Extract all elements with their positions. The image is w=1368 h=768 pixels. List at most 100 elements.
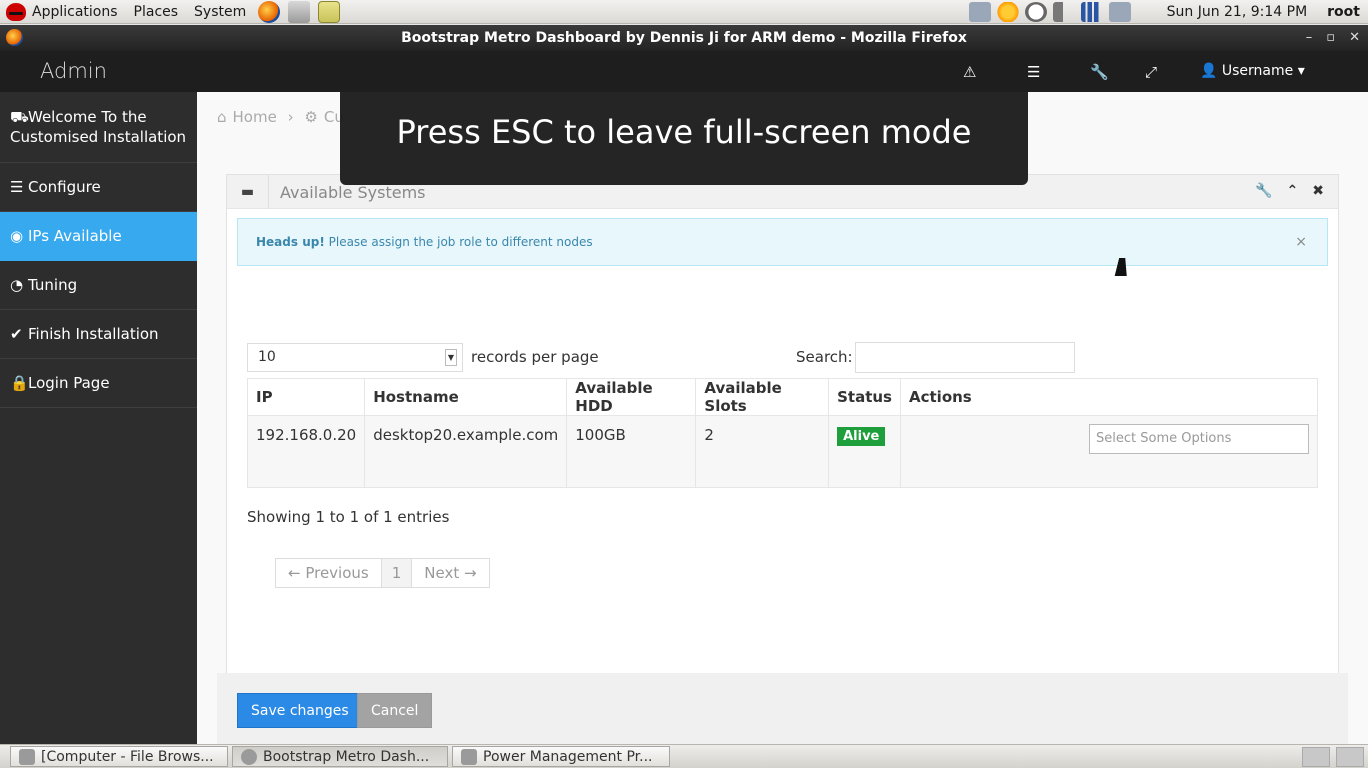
info-alert: Heads up! Please assign the job role to … [237,218,1328,266]
firefox-icon [6,29,23,46]
file-manager-launcher-icon[interactable] [288,0,311,23]
column-header-actions[interactable]: Actions [900,378,1318,416]
clock-text[interactable]: Sun Jun 21, 9:14 PM [1167,4,1308,20]
taskbar-item-label: [Computer - File Brows... [41,748,214,765]
table-row: 192.168.0.20 desktop20.example.com 100GB… [246,415,1318,488]
minimize-button[interactable]: – [1306,25,1313,51]
sidebar-item-welcome[interactable]: ⛟Welcome To the Customised Installation [0,92,197,163]
cell-hostname: desktop20.example.com [364,415,568,488]
user-icon: 👤 [1200,63,1218,79]
check-icon: ✔ [10,325,23,343]
eye-icon: ◉ [10,227,24,245]
column-header-available-hdd[interactable]: Available HDD [566,378,697,416]
sidebar-item-label: Finish Installation [28,325,159,343]
role-multiselect[interactable]: Select Some Options [1089,424,1309,454]
system-menu[interactable]: System [186,0,254,24]
search-label: Search: [796,348,853,366]
panel-settings-wrench-icon[interactable]: 🔧 [1255,183,1272,199]
places-menu[interactable]: Places [126,0,187,24]
page-1-button[interactable]: 1 [381,559,413,587]
cancel-button[interactable]: Cancel [357,693,433,728]
taskbar-item-label: Bootstrap Metro Dash... [263,748,430,765]
taskbar-item-label: Power Management Pr... [483,748,653,765]
column-header-status[interactable]: Status [828,378,901,416]
taskbar-item-firefox[interactable]: Bootstrap Metro Dash... [232,746,448,767]
road-icon: ⛟ [10,108,29,126]
select-caret-icon: ▼ [445,349,457,366]
os-top-panel: Applications Places System Sun Jun 21, 9… [0,0,1368,194]
taskbar-item-file-browser[interactable]: [Computer - File Brows... [10,746,228,767]
os-taskbar: [Computer - File Brows... Bootstrap Metr… [0,744,1368,768]
system-tray: Sun Jun 21, 9:14 PM root [226,1,1368,194]
hdd-icon: ▬ [227,175,269,209]
home-icon: ⌂ [217,108,227,126]
workspace-1-switcher[interactable] [1302,746,1330,767]
user-dropdown[interactable]: 👤 Username ▾ [1200,63,1305,79]
previous-page-button[interactable]: ← Previous [276,559,382,587]
notes-launcher-icon[interactable] [318,0,341,23]
column-header-available-slots[interactable]: Available Slots [695,378,830,416]
workspace-2-switcher[interactable] [1336,746,1364,767]
save-changes-button[interactable]: Save changes [237,693,363,728]
clock-applet-icon[interactable] [1024,1,1047,22]
sidebar-item-label: Welcome To the Customised Installation [10,108,187,146]
cell-slots: 2 [695,415,830,488]
status-badge: Alive [837,427,886,446]
column-header-hostname[interactable]: Hostname [364,378,568,416]
warning-icon[interactable]: ⚠ [963,63,976,81]
close-window-button[interactable]: ✕ [1349,25,1360,51]
lock-icon: 🔒 [10,374,29,392]
sidebar: ⛟Welcome To the Customised Installation … [0,92,197,744]
systems-table: IP Hostname Available HDD Available Slot… [246,378,1318,488]
panel-collapse-chevron-up-icon[interactable]: ⌃ [1287,183,1299,199]
power-management-icon [461,748,477,765]
column-header-ip[interactable]: IP [246,378,366,416]
applications-menu-label: Applications [32,3,118,20]
brand-title[interactable]: Admin [40,59,107,83]
window-titlebar[interactable]: Bootstrap Metro Dashboard by Dennis Ji f… [0,25,1368,51]
panel-title: Available Systems [280,183,426,202]
wrench-icon[interactable]: 🔧 [1090,63,1109,81]
cog-icon: ⚙ [304,108,318,126]
signal-bars-icon[interactable] [1080,1,1103,22]
records-per-page-label: records per page [471,348,599,366]
next-page-button[interactable]: Next → [412,559,488,587]
pagination: ← Previous 1 Next → [275,558,490,588]
caret-down-icon: ▾ [1297,63,1305,79]
sidebar-item-label: Configure [28,178,101,196]
taskbar-item-power-management[interactable]: Power Management Pr... [452,746,670,767]
firefox-launcher-icon[interactable] [258,0,281,23]
user-name[interactable]: root [1327,4,1360,20]
sidebar-item-tuning[interactable]: ◔ Tuning [0,261,197,310]
window-title: Bootstrap Metro Dashboard by Dennis Ji f… [401,30,967,46]
cell-actions: Select Some Options [900,415,1318,488]
sidebar-item-configure[interactable]: ☰ Configure [0,163,197,212]
table-header-row: IP Hostname Available HDD Available Slot… [246,378,1318,416]
sidebar-item-finish-installation[interactable]: ✔ Finish Installation [0,310,197,359]
applications-menu[interactable]: Applications [0,0,126,24]
sidebar-item-label: IPs Available [28,227,122,245]
search-input[interactable] [855,342,1075,373]
breadcrumb-home[interactable]: Home [233,108,277,126]
sidebar-item-ips-available[interactable]: ◉ IPs Available [0,212,197,261]
alert-close-icon[interactable]: × [1295,219,1307,265]
list-icon[interactable]: ☰ [1027,63,1040,81]
power-icon[interactable] [1108,1,1131,22]
panel-close-icon[interactable]: ✖ [1312,183,1324,199]
firefox-icon [241,748,257,765]
user-dropdown-label: Username [1221,63,1294,79]
alert-strong: Heads up! [256,235,325,249]
file-browser-icon [19,748,35,765]
sidebar-item-login-page[interactable]: 🔒Login Page [0,359,197,408]
alert-text: Please assign the job role to different … [328,235,593,249]
network-monitor-icon[interactable] [968,1,991,22]
cell-status: Alive [828,415,901,488]
maximize-button[interactable]: ▫ [1326,25,1335,51]
dashboard-icon: ◔ [10,276,24,294]
records-per-page-value: 10 [258,349,276,365]
fullscreen-icon[interactable]: ⤢ [1145,63,1157,81]
records-per-page-select[interactable]: 10 ▼ [247,343,463,372]
chevron-right-icon: › [287,108,294,126]
volume-muted-icon[interactable] [1052,1,1075,22]
update-notifier-icon[interactable] [996,1,1019,22]
